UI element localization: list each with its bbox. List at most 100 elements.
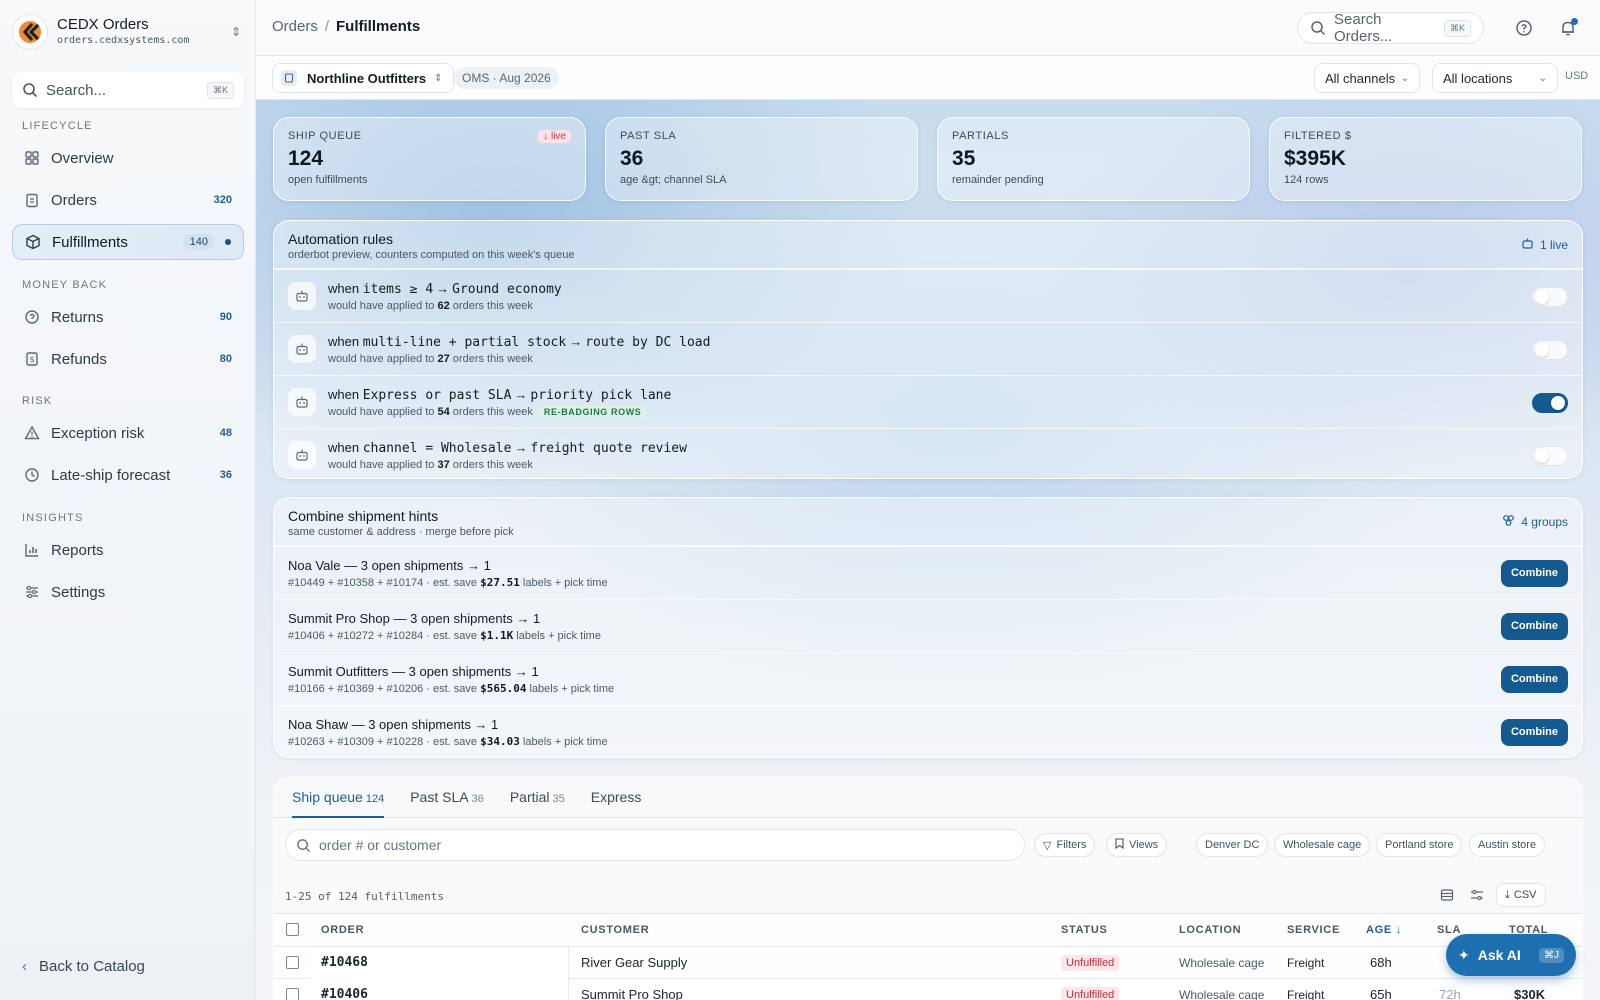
- age-cell: 65h: [1370, 987, 1392, 1000]
- views-button[interactable]: Views: [1106, 833, 1168, 857]
- column-header-customer[interactable]: CUSTOMER: [581, 924, 649, 936]
- select-all-checkbox[interactable]: [286, 923, 299, 939]
- rule-toggle[interactable]: [1532, 287, 1568, 307]
- live-rules-indicator[interactable]: 1 live: [1521, 237, 1568, 253]
- sidebar-search[interactable]: Search... ⌘K: [12, 72, 244, 108]
- combine-button[interactable]: Combine: [1500, 613, 1568, 640]
- breadcrumb-orders[interactable]: Orders: [272, 18, 318, 35]
- rule-condition: channel = Wholesale: [362, 440, 512, 456]
- period-tag: OMS · Aug 2026: [454, 67, 559, 89]
- tab-express[interactable]: Express: [591, 778, 642, 818]
- rule-toggle[interactable]: [1532, 446, 1568, 466]
- table-row[interactable]: #10468 River Gear Supply Unfulfilled Wholes…: [274, 947, 1582, 979]
- panel-title: Combine shipment hints: [288, 508, 439, 524]
- column-header-age[interactable]: AGE ↓: [1366, 924, 1402, 936]
- row-checkbox[interactable]: [286, 988, 299, 1000]
- fulfillments-table-panel: Ship queue 124 Past SLA 36 Partial 35 Express …: [273, 777, 1583, 1000]
- workspace-switcher[interactable]: CEDX Orders orders.cedxsystems.com ⇕: [12, 12, 244, 52]
- location-cell: Wholesale cage: [1179, 988, 1265, 1000]
- combine-hint-detail: #10263 + #10309 + #10228 · est. save $34…: [288, 735, 608, 748]
- sidebar-item-overview[interactable]: Overview: [12, 140, 244, 176]
- sidebar-item-returns[interactable]: Returns 90: [12, 299, 244, 335]
- combine-hint-row: Noa Shaw — 3 open shipments → 1 #10263 + …: [274, 705, 1582, 757]
- combine-button[interactable]: Combine: [1500, 560, 1568, 587]
- location-chip[interactable]: Portland store: [1376, 833, 1463, 857]
- tab-label: Express: [590, 789, 642, 805]
- sidebar-item-orders[interactable]: Orders 320: [12, 182, 244, 218]
- applied-suffix: orders this week: [452, 352, 533, 365]
- column-header-sla[interactable]: SLA: [1437, 924, 1461, 936]
- tab-partial[interactable]: Partial 35: [510, 778, 565, 818]
- applied-prefix: would have applied to: [328, 458, 435, 471]
- rule-condition: Express or past SLA: [362, 387, 512, 403]
- chevron-updown-icon: ⇕: [434, 72, 443, 84]
- sidebar-item-exception-risk[interactable]: Exception risk 48: [12, 415, 244, 451]
- active-indicator-dot: [225, 239, 231, 245]
- combine-hint-row: Summit Pro Shop — 3 open shipments → 1 #1…: [274, 599, 1582, 652]
- rule-toggle[interactable]: [1532, 340, 1568, 360]
- filters-button[interactable]: ▽ Filters: [1034, 833, 1096, 857]
- receipt-icon: $: [24, 351, 40, 367]
- sort-desc-icon: ↓: [1395, 924, 1402, 936]
- org-selector[interactable]: Northline Outfitters ⇕: [272, 63, 454, 93]
- export-csv-button[interactable]: ⤓ CSV: [1496, 883, 1546, 907]
- combine-order-ids: #10263 + #10309 + #10228 ·: [288, 735, 430, 748]
- sidebar-item-fulfillments[interactable]: Fulfillments 140: [12, 224, 244, 260]
- back-to-catalog-link[interactable]: ‹ Back to Catalog: [22, 958, 145, 975]
- columns-settings-icon[interactable]: [1464, 883, 1490, 907]
- rule-when: when: [328, 280, 360, 296]
- status-badge: Unfulfilled: [1061, 987, 1120, 1000]
- kpi-ship-queue[interactable]: SHIP QUEUE 124 open fulfillments ↓ live: [273, 117, 586, 201]
- column-header-location[interactable]: LOCATION: [1179, 924, 1241, 936]
- rule-toggle[interactable]: [1532, 393, 1568, 413]
- table-row[interactable]: #10406 Summit Pro Shop Unfulfilled Wholesal…: [274, 979, 1582, 1000]
- live-count: 1 live: [1539, 238, 1568, 252]
- save-suffix: labels + pick time: [516, 629, 601, 642]
- tab-past-sla[interactable]: Past SLA 36: [410, 778, 484, 818]
- funnel-icon: ▽: [1043, 839, 1052, 852]
- tab-count: 124: [365, 793, 385, 805]
- order-number-link[interactable]: #10468: [321, 955, 368, 970]
- location-chip[interactable]: Wholesale cage: [1274, 833, 1371, 857]
- ask-ai-button[interactable]: ✦ Ask AI ⌘J: [1446, 934, 1576, 976]
- robot-icon: [288, 441, 316, 469]
- help-icon[interactable]: [1514, 18, 1534, 38]
- applied-prefix: would have applied to: [328, 299, 435, 312]
- column-header-status[interactable]: STATUS: [1061, 924, 1108, 936]
- kpi-partials[interactable]: PARTIALS 35 remainder pending: [937, 117, 1250, 201]
- location-chip[interactable]: Austin store: [1469, 833, 1546, 857]
- tab-label: Partial: [509, 789, 550, 805]
- org-name: Northline Outfitters: [307, 70, 427, 86]
- kpi-filtered-dollars[interactable]: FILTERED $ $395K 124 rows: [1269, 117, 1582, 201]
- combine-button[interactable]: Combine: [1500, 719, 1568, 746]
- save-suffix: labels + pick time: [522, 576, 608, 589]
- sidebar-item-count: 320: [213, 194, 232, 206]
- service-cell: Freight: [1287, 988, 1325, 1000]
- density-icon[interactable]: [1434, 883, 1460, 907]
- location-chip[interactable]: Denver DC: [1196, 833, 1269, 857]
- kpi-past-sla[interactable]: PAST SLA 36 age &gt; channel SLA: [605, 117, 918, 201]
- location-select[interactable]: All locations ⌄: [1432, 63, 1558, 93]
- search-icon: [23, 83, 38, 98]
- column-header-order[interactable]: ORDER: [321, 924, 364, 936]
- tab-label: Ship queue: [292, 789, 363, 805]
- table-search-input[interactable]: order # or customer: [285, 829, 1025, 861]
- combine-button[interactable]: Combine: [1500, 666, 1568, 693]
- sidebar-item-refunds[interactable]: $ Refunds 80: [12, 341, 244, 377]
- status-badge: Unfulfilled: [1061, 955, 1120, 971]
- column-header-service[interactable]: SERVICE: [1287, 924, 1340, 936]
- sidebar-item-settings[interactable]: Settings: [12, 574, 244, 610]
- tab-ship-queue[interactable]: Ship queue 124: [292, 778, 385, 818]
- row-checkbox[interactable]: [286, 956, 299, 972]
- applied-count: 37: [437, 458, 450, 471]
- bell-icon[interactable]: [1558, 18, 1578, 38]
- order-number-link[interactable]: #10406: [321, 987, 368, 1000]
- global-search[interactable]: Search Orders... ⌘K: [1297, 11, 1484, 45]
- combine-groups-indicator[interactable]: 4 groups: [1502, 514, 1568, 530]
- panel-title: Automation rules: [288, 231, 394, 247]
- sidebar-item-late-ship-forecast[interactable]: Late-ship forecast 36: [12, 457, 244, 493]
- sidebar-item-reports[interactable]: Reports: [12, 532, 244, 568]
- order-cell: #10468: [309, 947, 569, 979]
- channel-select[interactable]: All channels ⌄: [1314, 63, 1420, 93]
- grid-icon: [24, 150, 40, 166]
